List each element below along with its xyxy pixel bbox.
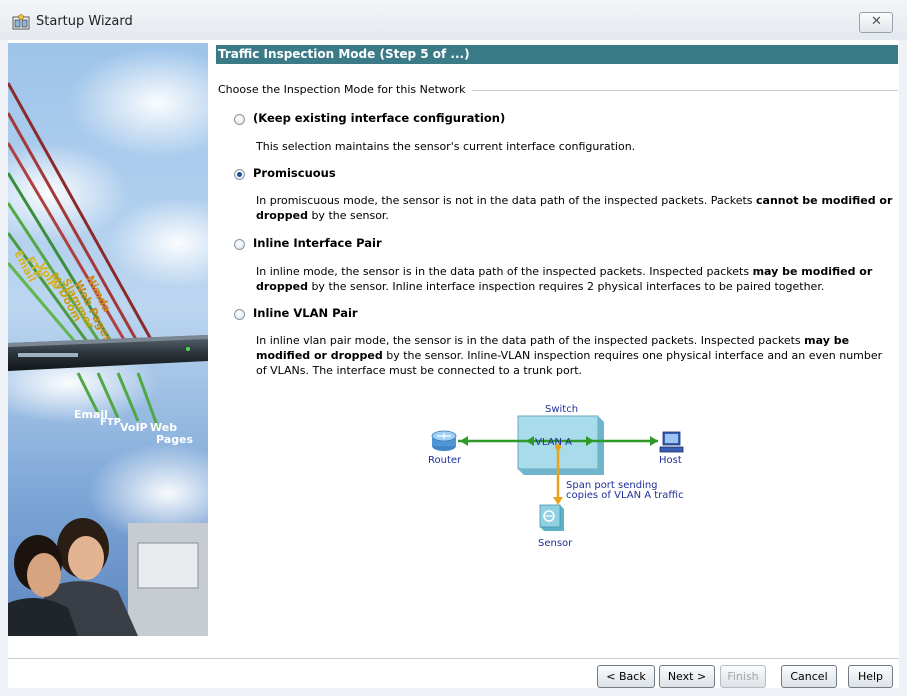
title-bar: Startup Wizard ✕: [0, 0, 907, 40]
span-text-line2: copies of VLAN A traffic: [566, 490, 684, 501]
step-content: Traffic Inspection Mode (Step 5 of ...) …: [208, 43, 898, 636]
svg-text:FTP: FTP: [100, 417, 121, 428]
wizard-window: Startup Wizard ✕ Nimda Web Pages Slammer…: [0, 0, 907, 696]
window-title: Startup Wizard: [36, 14, 133, 29]
next-button[interactable]: Next >: [659, 665, 715, 688]
finish-button[interactable]: Finish: [720, 665, 766, 688]
cancel-button[interactable]: Cancel: [781, 665, 837, 688]
footer-divider: [8, 658, 899, 659]
promiscuous-diagram: Switch VLAN A Span port sending copies o…: [428, 404, 684, 549]
svg-text:Pages: Pages: [156, 433, 194, 446]
router-icon: [431, 430, 457, 451]
help-button[interactable]: Help: [848, 665, 893, 688]
host-icon: [659, 431, 684, 453]
router-label: Router: [428, 455, 462, 466]
close-button[interactable]: ✕: [859, 12, 893, 33]
switch-label: Switch: [545, 404, 578, 415]
sensor-icon: [539, 504, 564, 531]
side-banner-image: Nimda Web Pages Slammer MyDoom VoIP FTP …: [8, 43, 208, 636]
wizard-app-icon: [12, 14, 30, 30]
svg-text:VoIP: VoIP: [120, 421, 148, 434]
back-button[interactable]: < Back: [597, 665, 655, 688]
sensor-label: Sensor: [538, 538, 573, 549]
vlan-a-label: VLAN A: [535, 437, 572, 448]
side-banner-art: Nimda Web Pages Slammer MyDoom VoIP FTP …: [8, 43, 208, 636]
host-label: Host: [659, 455, 682, 466]
close-icon: ✕: [871, 14, 882, 29]
